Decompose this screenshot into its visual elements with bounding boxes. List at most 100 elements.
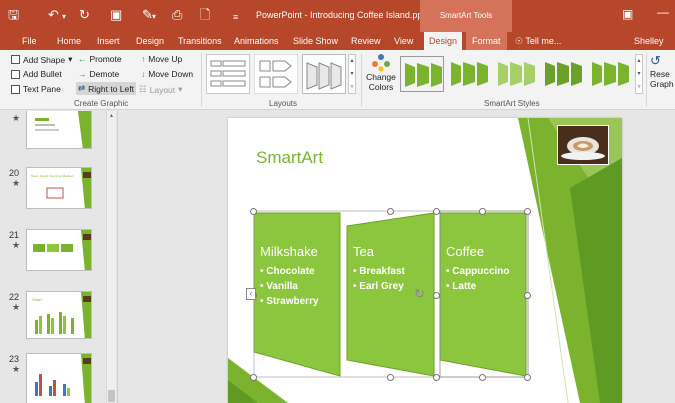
resize-handle-right[interactable] [524,292,531,299]
slide-thumbnail-panel: ★ 20 ★ Team: Grand Opening (Mockup) 21 ★… [0,111,118,403]
text-pane-button[interactable]: Text Pane [11,84,61,94]
smartart-style-4[interactable] [541,56,585,92]
change-colors-button[interactable]: Change Colors [366,52,396,92]
move-up-button[interactable]: ↑ Move Up [141,54,182,64]
rotate-handle-icon[interactable]: ↻ [414,286,425,302]
coffee-title[interactable]: Coffee [446,244,484,259]
slide-thumbnail-20[interactable]: Team: Grand Opening (Mockup) [26,167,92,209]
resize-handle-top-left[interactable] [250,208,257,215]
styles-scroll[interactable]: ▴ ▾ ▿ [635,54,643,94]
layout-option-3-selected[interactable] [302,54,346,94]
dropdown-arrow-icon: ▾ [68,54,73,64]
print-icon[interactable]: ⎙ [172,8,182,22]
tab-animations[interactable]: Animations [234,32,279,50]
resize-handle-shape-bottom[interactable] [479,374,486,381]
save-icon[interactable]: 🖫 [8,8,19,22]
scroll-up-icon[interactable]: ▴ [108,113,115,120]
add-shape-button[interactable]: Add Shape ▾ [11,54,72,65]
slide-canvas[interactable]: SmartArt ↻ ‹ Milkshake Chocolate Vanilla [228,118,622,403]
resize-handle-bottom[interactable] [387,374,394,381]
demote-button[interactable]: → Demote [78,69,119,79]
undo-dropdown-icon[interactable]: ▾ [62,10,66,24]
slide-thumbnail-21[interactable] [26,229,92,271]
tab-slide-show[interactable]: Slide Show [293,32,338,50]
coffee-photo[interactable] [557,125,609,165]
slide-thumbnail-23[interactable] [26,353,92,403]
smartart-shape-coffee[interactable] [439,212,527,377]
smartart-style-3[interactable] [494,56,538,92]
slide-number-23: 23 [9,354,20,364]
slide-number-20: 20 [9,168,20,178]
add-bullet-button[interactable]: Add Bullet [11,69,62,79]
resize-handle-shape-top[interactable] [479,208,486,215]
move-down-button[interactable]: ↓ Move Down [141,69,193,79]
ribbon-tabs: File Home Insert Design Transitions Anim… [0,32,675,64]
undo-icon[interactable]: ↶ [48,8,59,22]
scrollbar-thumb[interactable] [108,390,115,402]
tab-file[interactable]: File [22,32,37,50]
layout-preview-3 [306,62,342,90]
tab-insert[interactable]: Insert [97,32,120,50]
right-to-left-icon: ⇄ [78,83,86,93]
redo-icon[interactable]: ↻ [79,8,90,22]
smartart-style-2[interactable] [447,56,491,92]
slide-number-21: 21 [9,230,20,240]
promote-label: Promote [89,54,122,64]
resize-handle-shape-left[interactable] [433,292,440,299]
layouts-scroll[interactable]: ▴ ▾ ▿ [348,54,356,94]
presentation-icon[interactable]: ▣ [110,8,122,22]
ribbon-display-options-icon[interactable]: ▣ [622,7,633,21]
tell-me-search[interactable]: ☉ Tell me... [515,32,561,50]
text-pane-label: Text Pane [23,84,61,94]
account-name[interactable]: Shelley Fish [634,32,675,64]
format-dropdown-icon[interactable]: ▾ [152,10,156,24]
tab-design[interactable]: Design [136,32,164,50]
tab-format[interactable]: Format [466,32,507,50]
tab-smartart-design[interactable]: Design [424,32,463,50]
customize-qat-icon[interactable]: ≡ [233,10,238,24]
slide-title[interactable]: SmartArt [256,148,323,168]
milkshake-item[interactable]: Chocolate [260,264,319,279]
reset-label: Rese [650,69,670,79]
smartart-style-5[interactable] [588,56,632,92]
resize-handle-bottom-right[interactable] [524,374,531,381]
smartart-style-1-selected[interactable] [400,56,444,92]
milkshake-item[interactable]: Strawberry [260,294,318,309]
smartart-tools-context: SmartArt Tools [420,0,512,32]
minimize-icon[interactable]: — [657,5,669,19]
slide-thumbnail-22[interactable]: Chart [26,291,92,339]
layout-label: Layout [149,84,176,95]
dropdown-arrow-icon: ▾ [178,84,183,94]
coffee-item[interactable]: Cappuccino [446,264,509,279]
tab-transitions[interactable]: Transitions [178,32,222,50]
text-pane-toggle-icon[interactable]: ‹ [246,288,256,300]
slide-19-preview [35,111,91,148]
layout-option-1[interactable] [206,54,250,94]
milkshake-item[interactable]: Vanilla [260,279,319,294]
animation-star-icon: ★ [12,302,21,312]
reset-graphic-button[interactable]: ↺ Rese Graph [650,53,674,89]
thumbnail-scrollbar[interactable]: ▴ [106,111,116,403]
tea-item[interactable]: Breakfast [353,264,405,279]
style-preview [592,62,629,86]
layout-button[interactable]: ☷ Layout ▾ [139,84,182,95]
slide-thumbnail-19[interactable] [26,111,92,149]
new-file-icon[interactable]: 🗋 [200,8,210,22]
coffee-item[interactable]: Latte [446,279,510,294]
milkshake-title[interactable]: Milkshake [260,244,318,259]
resize-handle-top-right[interactable] [524,208,531,215]
layout-option-2[interactable] [254,54,298,94]
tab-view[interactable]: View [394,32,413,50]
resize-handle-top[interactable] [387,208,394,215]
resize-handle-shape-bottom-left[interactable] [433,374,440,381]
resize-handle-bottom-left[interactable] [250,374,257,381]
tea-item[interactable]: Earl Grey [353,279,405,294]
change-colors-label-2: Colors [368,82,394,92]
tab-review[interactable]: Review [351,32,381,50]
tea-title[interactable]: Tea [353,244,374,259]
resize-handle-shape-top-left[interactable] [433,208,440,215]
right-to-left-button[interactable]: ⇄ Right to Left [76,82,136,95]
tab-home[interactable]: Home [57,32,81,50]
promote-button[interactable]: ← Promote [78,54,122,64]
coffee-bullets: Cappuccino Latte [446,264,510,294]
